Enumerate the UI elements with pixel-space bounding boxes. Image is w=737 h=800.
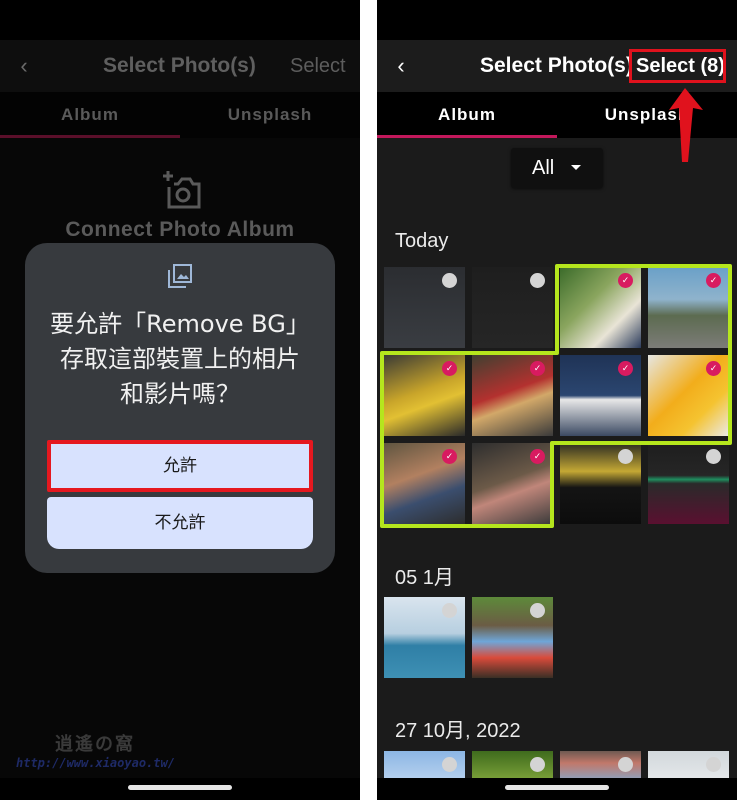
select-button[interactable]: Select [290,53,346,79]
photo-thumbnail[interactable] [384,597,465,678]
unselected-circle-icon[interactable] [442,603,457,618]
selected-check-icon[interactable]: ✓ [706,361,721,376]
unselected-circle-icon[interactable] [442,273,457,288]
photo-thumbnail[interactable]: ✓ [560,355,641,436]
unselected-circle-icon[interactable] [618,449,633,464]
selected-check-icon[interactable]: ✓ [530,361,545,376]
app-bar: ‹ Select Photo(s) Select [0,40,360,92]
photo-thumbnail[interactable] [472,751,553,781]
photo-thumbnail[interactable] [472,267,553,348]
chevron-left-icon: ‹ [20,53,28,78]
photo-thumbnail[interactable]: ✓ [384,443,465,524]
selected-check-icon[interactable]: ✓ [618,361,633,376]
photo-thumbnail[interactable]: ✓ [384,355,465,436]
filter-value: All [532,157,555,179]
section-heading-jan: 05 1月 [395,567,454,589]
message-line: 存取這部裝置上的相片 [60,345,300,373]
photo-thumbnail[interactable]: ✓ [472,355,553,436]
system-nav-bar [0,778,360,800]
photo-thumbnail[interactable] [648,751,729,781]
section-heading-oct-2022: 27 10月, 2022 [395,720,521,742]
photo-thumbnail[interactable]: ✓ [648,267,729,348]
home-gesture-bar[interactable] [505,785,609,790]
selected-check-icon[interactable]: ✓ [706,273,721,288]
message-line: 要允許「Remove BG」 [50,310,310,338]
permission-message: 要允許「Remove BG」 存取這部裝置上的相片 和影片嗎？ [25,307,335,412]
add-photo-camera-icon [163,171,201,209]
photo-thumbnail[interactable] [648,443,729,524]
red-up-arrow-icon [669,88,703,162]
selected-check-icon[interactable]: ✓ [442,361,457,376]
left-phone-screen: ‹ Select Photo(s) Select Album Unsplash … [0,0,360,800]
photo-thumbnail[interactable] [384,751,465,781]
selected-check-icon[interactable]: ✓ [442,449,457,464]
unselected-circle-icon[interactable] [530,273,545,288]
selected-check-icon[interactable]: ✓ [618,273,633,288]
tab-unsplash[interactable]: Unsplash [180,92,360,138]
chevron-left-icon: ‹ [397,53,405,78]
tab-album[interactable]: Album [0,92,180,138]
deny-button[interactable]: 不允許 [47,497,313,549]
photo-thumbnail[interactable]: ✓ [648,355,729,436]
photo-thumbnail[interactable]: ✓ [560,267,641,348]
select-highlight-annotation [629,49,726,83]
right-phone-screen: ‹ Select Photo(s) Select (8) Album Unspl… [377,0,737,800]
allow-button[interactable]: 允許 [47,440,313,492]
section-heading-today: Today [395,230,449,252]
page-title: Select Photo(s) [103,54,256,77]
photo-thumbnail[interactable]: ✓ [472,443,553,524]
unselected-circle-icon[interactable] [530,603,545,618]
unselected-circle-icon[interactable] [618,757,633,772]
photo-thumbnail[interactable] [560,751,641,781]
watermark-logo: 逍遙の窩 [55,734,135,754]
watermark: 逍遙の窩 http://www.xiaoyao.tw/ [16,730,250,770]
photo-thumbnail[interactable] [384,267,465,348]
tab-album[interactable]: Album [377,92,557,138]
back-button[interactable]: ‹ [391,54,411,78]
dropdown-caret-icon [571,165,581,170]
app-bar: ‹ Select Photo(s) Select (8) [377,40,737,92]
tab-unsplash[interactable]: Unsplash [557,92,737,138]
unselected-circle-icon[interactable] [706,449,721,464]
photo-thumbnail[interactable] [472,597,553,678]
system-nav-bar [377,778,737,800]
album-filter-dropdown[interactable]: All [511,148,603,188]
page-title: Select Photo(s) [480,54,633,77]
connect-album-title: Connect Photo Album [65,218,295,241]
back-button[interactable]: ‹ [14,54,34,78]
selected-check-icon[interactable]: ✓ [530,449,545,464]
tab-bar: Album Unsplash [0,92,360,138]
unselected-circle-icon[interactable] [706,757,721,772]
photo-library-icon [168,264,192,288]
unselected-circle-icon[interactable] [530,757,545,772]
home-gesture-bar[interactable] [128,785,232,790]
permission-dialog: 要允許「Remove BG」 存取這部裝置上的相片 和影片嗎？ 允許 不允許 [25,243,335,573]
photo-thumbnail[interactable] [560,443,641,524]
unselected-circle-icon[interactable] [442,757,457,772]
watermark-url: http://www.xiaoyao.tw/ [16,756,175,770]
message-line: 和影片嗎？ [120,380,240,408]
comparison-screenshot: ‹ Select Photo(s) Select Album Unsplash … [0,0,737,800]
